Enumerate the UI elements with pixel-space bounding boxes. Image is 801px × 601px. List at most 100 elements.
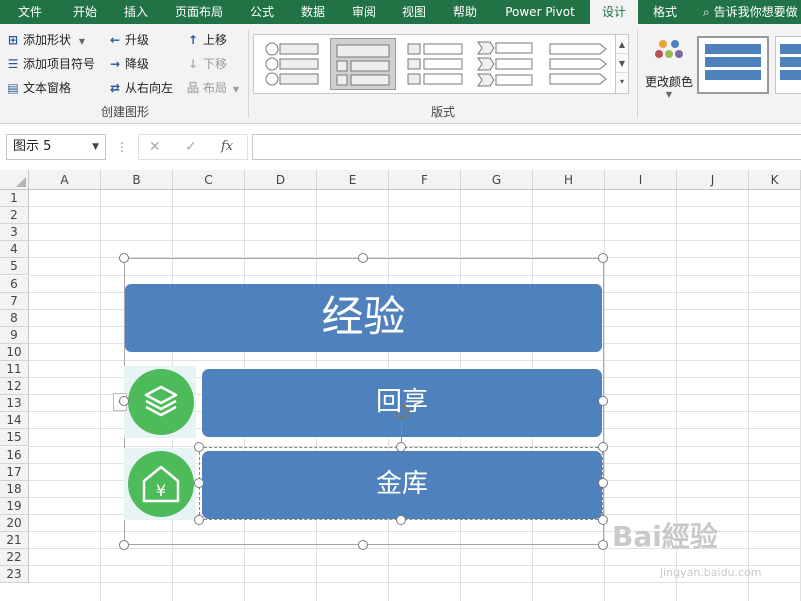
row-header-20[interactable]: 20 — [0, 514, 29, 532]
resize-handle[interactable] — [598, 442, 608, 452]
column-header-e[interactable]: E — [317, 170, 389, 190]
row-header-15[interactable]: 15 — [0, 429, 29, 447]
layout-option-3[interactable] — [402, 38, 468, 90]
smartart-icon-circle-1[interactable] — [128, 369, 194, 435]
column-header-j[interactable]: J — [677, 170, 749, 190]
row-header-10[interactable]: 10 — [0, 343, 29, 361]
move-down-button[interactable]: ↓ 下移 — [186, 54, 227, 74]
resize-handle[interactable] — [194, 515, 204, 525]
enter-check-icon[interactable]: ✓ — [185, 135, 197, 159]
row-header-19[interactable]: 19 — [0, 497, 29, 515]
row-header-7[interactable]: 7 — [0, 292, 29, 310]
tab-design[interactable]: 设计 — [590, 0, 638, 24]
column-header-f[interactable]: F — [389, 170, 461, 190]
row-header-12[interactable]: 12 — [0, 378, 29, 396]
tab-help[interactable]: 帮助 — [443, 0, 487, 24]
smartart-icon-circle-2[interactable]: ¥ — [128, 451, 194, 517]
tab-review[interactable]: 审阅 — [342, 0, 386, 24]
move-up-button[interactable]: ↑ 上移 — [186, 30, 227, 50]
name-box[interactable]: 图示 5 ▼ — [6, 134, 106, 160]
column-header-i[interactable]: I — [605, 170, 677, 190]
resize-handle[interactable] — [358, 540, 368, 550]
resize-handle[interactable] — [598, 396, 608, 406]
column-header-b[interactable]: B — [101, 170, 173, 190]
smartart-icon-bg-2[interactable]: ¥ — [124, 448, 196, 520]
column-header-a[interactable]: A — [29, 170, 101, 190]
column-header-k[interactable]: K — [749, 170, 801, 190]
smartart-style-2[interactable] — [775, 36, 801, 94]
resize-handle[interactable] — [598, 540, 608, 550]
tab-format[interactable]: 格式 — [642, 0, 688, 24]
select-all-corner[interactable] — [0, 170, 29, 190]
row-header-9[interactable]: 9 — [0, 326, 29, 344]
column-header-h[interactable]: H — [533, 170, 605, 190]
layout-button[interactable]: 品布局 ▼ — [186, 78, 239, 98]
tab-data[interactable]: 数据 — [291, 0, 335, 24]
scroll-up-icon[interactable]: ▲ — [616, 35, 628, 54]
formula-bar-grip[interactable]: ⋮ — [116, 134, 128, 160]
layout-option-4[interactable] — [474, 38, 540, 90]
resize-handle[interactable] — [119, 396, 129, 406]
tab-insert[interactable]: 插入 — [114, 0, 158, 24]
resize-handle[interactable] — [194, 478, 204, 488]
row-header-1[interactable]: 1 — [0, 190, 29, 208]
layout-option-5[interactable] — [546, 38, 612, 90]
resize-handle[interactable] — [194, 442, 204, 452]
row-header-13[interactable]: 13 — [0, 395, 29, 413]
row-header-6[interactable]: 6 — [0, 275, 29, 293]
row-header-8[interactable]: 8 — [0, 309, 29, 327]
add-shape-button[interactable]: ⊞ 添加形状 ▼ — [6, 30, 85, 50]
row-header-16[interactable]: 16 — [0, 446, 29, 464]
gallery-scrollbar[interactable]: ▲ ▼ ▾ — [615, 35, 628, 93]
column-header-d[interactable]: D — [245, 170, 317, 190]
row-header-2[interactable]: 2 — [0, 207, 29, 225]
layout-option-2-selected[interactable] — [330, 38, 396, 90]
smartart-icon-bg-1[interactable] — [124, 366, 196, 438]
resize-handle[interactable] — [119, 540, 129, 550]
gallery-more-icon[interactable]: ▾ — [616, 73, 628, 91]
resize-handle[interactable] — [396, 442, 406, 452]
tab-page-layout[interactable]: 页面布局 — [168, 0, 230, 24]
row-header-17[interactable]: 17 — [0, 463, 29, 481]
row-header-5[interactable]: 5 — [0, 258, 29, 276]
row-header-21[interactable]: 21 — [0, 532, 29, 550]
formula-input[interactable] — [252, 134, 801, 160]
tab-formulas[interactable]: 公式 — [240, 0, 284, 24]
promote-button[interactable]: ← 升级 — [108, 30, 149, 50]
resize-handle[interactable] — [598, 515, 608, 525]
row-header-14[interactable]: 14 — [0, 412, 29, 430]
smartart-style-1-selected[interactable] — [697, 36, 769, 94]
add-bullet-button[interactable]: ☰ 添加项目符号 — [6, 54, 95, 74]
insert-function-icon[interactable]: fx — [221, 135, 233, 159]
right-to-left-button[interactable]: ⇄ 从右向左 — [108, 78, 173, 98]
layout-option-1[interactable] — [260, 38, 326, 90]
tab-home[interactable]: 开始 — [62, 0, 108, 24]
row-header-4[interactable]: 4 — [0, 241, 29, 259]
tab-view[interactable]: 视图 — [392, 0, 436, 24]
row-header-22[interactable]: 22 — [0, 549, 29, 567]
row-header-11[interactable]: 11 — [0, 361, 29, 379]
resize-handle[interactable] — [396, 515, 406, 525]
text-pane-button[interactable]: ▤ 文本窗格 — [6, 78, 71, 98]
tab-file[interactable]: 文件 — [8, 0, 52, 24]
row-header-18[interactable]: 18 — [0, 480, 29, 498]
smartart-title-shape[interactable]: 经验 — [125, 284, 602, 352]
gridline — [29, 582, 801, 584]
row-header-3[interactable]: 3 — [0, 224, 29, 242]
demote-button[interactable]: → 降级 — [108, 54, 149, 74]
chevron-down-icon[interactable]: ▼ — [92, 135, 99, 159]
cancel-icon[interactable]: ✕ — [149, 135, 161, 159]
row-header-23[interactable]: 23 — [0, 566, 29, 584]
tell-me-search[interactable]: ⌕ 告诉我你想要做 — [703, 0, 798, 24]
tab-power-pivot[interactable]: Power Pivot — [498, 0, 582, 24]
rotate-handle-icon[interactable] — [393, 403, 411, 421]
resize-handle[interactable] — [598, 253, 608, 263]
resize-handle[interactable] — [358, 253, 368, 263]
column-header-c[interactable]: C — [173, 170, 245, 190]
resize-handle[interactable] — [598, 478, 608, 488]
scroll-down-icon[interactable]: ▼ — [616, 54, 628, 73]
resize-handle[interactable] — [119, 253, 129, 263]
shape-selection-frame — [199, 447, 603, 520]
column-header-g[interactable]: G — [461, 170, 533, 190]
change-colors-button[interactable]: 更改颜色 ▼ — [643, 36, 695, 106]
